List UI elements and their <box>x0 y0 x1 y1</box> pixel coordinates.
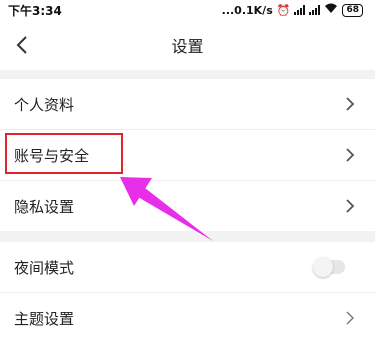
row-label: 个人资料 <box>14 95 75 114</box>
chevron-right-icon <box>346 199 355 213</box>
page-title: 设置 <box>171 37 204 56</box>
chevron-right-icon <box>346 311 354 325</box>
nav-bar: 设置 <box>0 20 375 70</box>
section-gap <box>0 231 375 242</box>
settings-row-profile[interactable]: 个人资料 <box>0 79 375 129</box>
row-label: 主题设置 <box>14 309 75 328</box>
row-label: 夜间模式 <box>14 258 75 277</box>
chevron-right-icon <box>346 97 355 111</box>
highlight-box <box>5 133 123 174</box>
status-bar: 下午3:34 ...0.1K/s ⏰ 68 <box>0 0 375 20</box>
alarm-icon: ⏰ <box>276 3 291 17</box>
chevron-left-icon <box>16 36 27 54</box>
battery-icon: 68 <box>342 3 363 17</box>
toggle-knob <box>313 257 333 277</box>
network-speed: ...0.1K/s <box>221 3 273 17</box>
signal-icon-2 <box>309 5 321 15</box>
section-gap <box>0 70 375 79</box>
settings-row-night-mode[interactable]: 夜间模式 <box>0 242 375 292</box>
wifi-icon <box>324 3 338 17</box>
row-label: 隐私设置 <box>14 197 75 216</box>
settings-row-privacy[interactable]: 隐私设置 <box>0 181 375 231</box>
status-icons: ...0.1K/s ⏰ 68 <box>222 3 363 17</box>
back-button[interactable] <box>12 33 34 57</box>
night-mode-toggle[interactable] <box>313 257 345 277</box>
status-time: 下午3:34 <box>8 3 62 18</box>
chevron-right-icon <box>346 148 355 162</box>
settings-row-theme[interactable]: 主题设置 <box>0 293 375 343</box>
signal-icon <box>294 5 306 15</box>
